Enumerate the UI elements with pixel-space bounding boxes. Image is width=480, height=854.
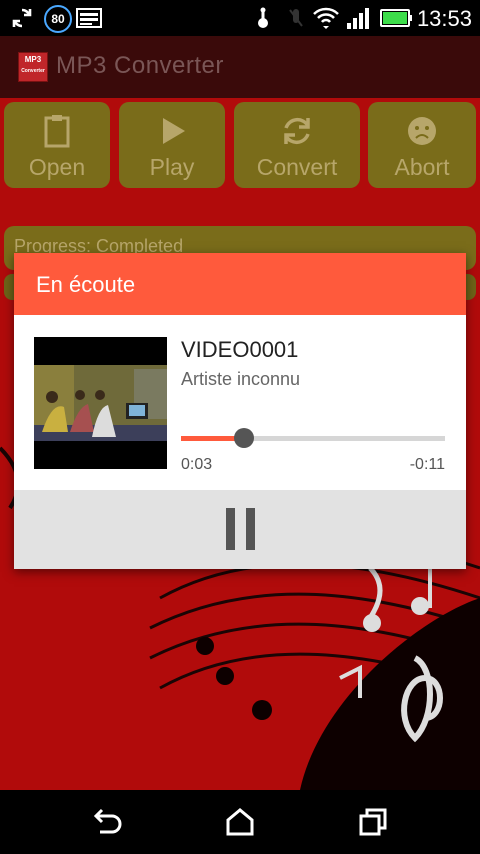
abort-button-label: Abort (394, 154, 450, 180)
dialog-title: En écoute (36, 272, 136, 297)
video-thumbnail-image (34, 337, 167, 469)
remaining-time: -0:11 (409, 456, 445, 473)
signal-icon (347, 8, 369, 29)
seek-bar[interactable] (181, 428, 445, 448)
elapsed-time: 0:03 (181, 456, 213, 473)
convert-button-label: Convert (256, 154, 338, 180)
open-button[interactable]: Open (4, 102, 110, 188)
pause-icon-bar (246, 508, 255, 550)
play-icon (163, 118, 185, 144)
app-logo-text: MP3 (24, 55, 42, 64)
app-title: MP3 Converter (56, 52, 224, 79)
dialog-controls (14, 490, 466, 569)
sync-icon (12, 8, 32, 28)
seek-bar-thumb[interactable] (234, 428, 255, 448)
clock: 13:53 (416, 6, 472, 31)
pause-button[interactable] (220, 508, 260, 552)
back-icon[interactable] (90, 808, 124, 836)
pause-icon (226, 508, 235, 550)
refresh-icon (284, 117, 310, 145)
status-bar: 80 13:53 (0, 0, 480, 36)
usb-icon (258, 7, 268, 28)
video-thumbnail (34, 337, 167, 469)
mute-icon (289, 9, 303, 27)
sad-face-icon (408, 117, 436, 145)
clipboard-icon (44, 115, 70, 148)
home-icon[interactable] (223, 808, 257, 836)
now-playing-dialog: En écoute VIDEO0001 Artiste inconnu 0:03… (14, 253, 466, 569)
badge-80-icon: 80 (44, 5, 72, 33)
play-button[interactable]: Play (119, 102, 225, 188)
dialog-header: En écoute (14, 253, 466, 315)
app-bar: MP3 Converter MP3 Converter (0, 36, 480, 98)
abort-button[interactable]: Abort (368, 102, 476, 188)
open-button-label: Open (28, 154, 86, 180)
track-title: VIDEO0001 (181, 337, 299, 362)
play-button-label: Play (149, 154, 195, 180)
app-logo-subtext: Converter (21, 68, 45, 74)
battery-icon (380, 9, 412, 27)
image-icon (76, 8, 102, 28)
convert-button[interactable]: Convert (234, 102, 360, 188)
track-artist: Artiste inconnu (181, 369, 301, 389)
app-logo: MP3 Converter (18, 52, 48, 82)
navigation-bar (0, 790, 480, 854)
wifi-icon (313, 7, 339, 29)
recent-apps-icon[interactable] (356, 808, 390, 836)
